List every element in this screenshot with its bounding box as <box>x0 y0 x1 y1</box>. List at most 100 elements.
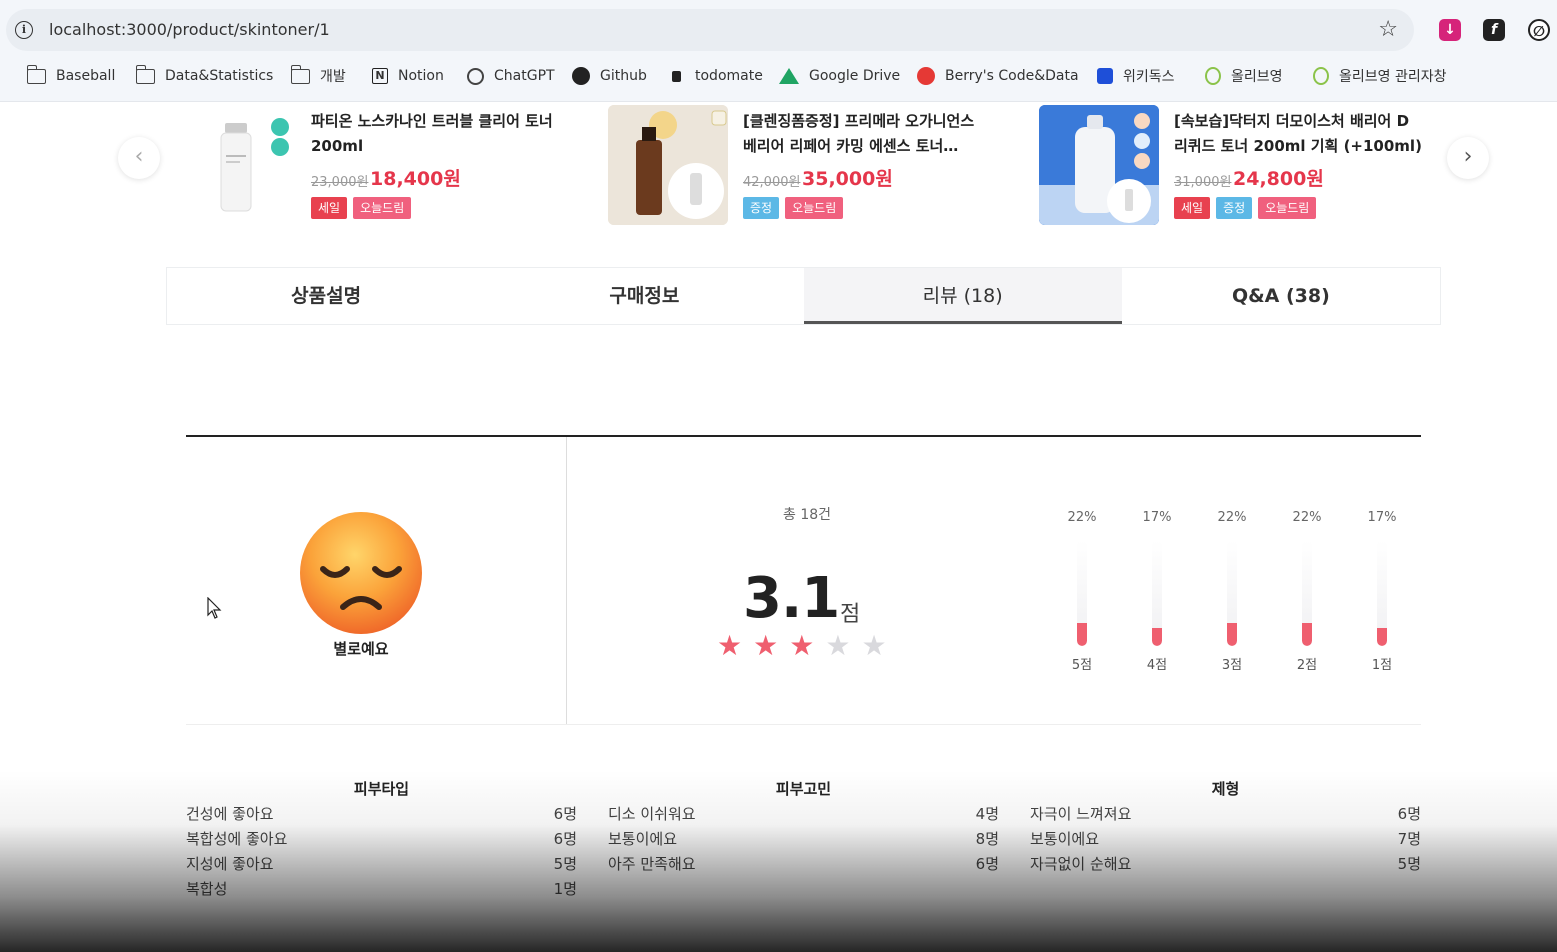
review-stat-title: 피부고민 <box>775 780 832 798</box>
rating-bar-label: 5점 <box>1071 658 1093 673</box>
rating-bar: 22% 2점 <box>1285 508 1329 673</box>
product-card[interactable]: 파티온 노스카나인 트러블 클리어 토너 200ml 23,000원 18,40… <box>177 105 577 230</box>
star-icon: ★ <box>825 629 851 662</box>
site-info-icon[interactable]: i <box>15 21 33 39</box>
bookmark-berrys-code[interactable]: Berry's Code&Data <box>917 65 1079 87</box>
url-text[interactable]: localhost:3000/product/skintoner/1 <box>49 20 330 39</box>
review-stat-label: 지성에 좋아요 <box>186 855 274 873</box>
oliveyoung-icon <box>1205 67 1221 85</box>
bookmark-label: 개발 <box>320 69 346 85</box>
review-stat-group: 피부타입 건성에 좋아요 6명 복합성에 좋아요 6명 지성에 좋아요 5명 복합성 1명 <box>186 778 577 902</box>
bookmark-notion[interactable]: N Notion <box>372 65 444 87</box>
link-extension-icon[interactable]: ∅ <box>1528 19 1550 41</box>
bookmark-todomate[interactable]: todomate <box>668 65 763 87</box>
review-summary-bottom-divider <box>186 724 1421 725</box>
rating-bar-track <box>1152 540 1162 646</box>
bookmark-star-icon[interactable]: ☆ <box>1378 17 1398 42</box>
product-image[interactable] <box>608 105 728 225</box>
score-unit: 점 <box>840 602 861 627</box>
review-stat-title: 제형 <box>1211 780 1240 798</box>
rating-bar-fill <box>1077 623 1087 646</box>
rating-bar-fill <box>1227 623 1237 646</box>
rating-bar-percent: 22% <box>1292 510 1322 525</box>
browser-chrome: i localhost:3000/product/skintoner/1 ☆ ↓… <box>0 0 1557 102</box>
bookmark-google-drive[interactable]: Google Drive <box>779 65 900 87</box>
review-summary-top-divider <box>186 435 1421 437</box>
bookmark-label: 올리브영 <box>1231 69 1283 85</box>
bookmark-wikidocs[interactable]: 위키독스 <box>1097 65 1175 87</box>
bookmark-chatgpt[interactable]: ChatGPT <box>467 65 555 87</box>
bookmark-oliveyoung[interactable]: 올리브영 <box>1205 65 1283 87</box>
product-detail-tabs: 상품설명 구매정보 리뷰 (18) Q&A (38) <box>166 267 1441 325</box>
bookmark-data-statistics[interactable]: Data&Statistics <box>135 64 273 87</box>
badge-sale: 세일 <box>311 197 348 219</box>
github-icon <box>572 67 590 85</box>
carousel-prev-button[interactable]: ‹ <box>118 137 160 179</box>
rating-stars: ★ ★ ★ ★ ★ <box>717 630 887 662</box>
review-stat-count: 5명 <box>553 855 577 873</box>
tab-qna[interactable]: Q&A (38) <box>1122 268 1440 324</box>
review-stat-count: 4명 <box>975 805 999 823</box>
rating-bar-track <box>1227 540 1237 646</box>
review-stat-label: 디소 이쉬워요 <box>608 805 696 823</box>
tab-reviews[interactable]: 리뷰 (18) <box>803 268 1122 324</box>
bookmark-dev[interactable]: 개발 <box>290 64 346 87</box>
bookmark-label: Baseball <box>56 68 116 84</box>
review-mood-label: 별로예요 <box>333 640 389 658</box>
product-original-price: 31,000원 <box>1174 175 1232 190</box>
rating-bar-percent: 17% <box>1142 510 1172 525</box>
review-stat-row: 건성에 좋아요 6명 <box>186 802 577 827</box>
rating-bar-fill <box>1152 628 1162 646</box>
rating-bar-label: 1점 <box>1371 658 1393 673</box>
review-stat-row: 보통이에요 7명 <box>1030 827 1421 852</box>
review-stat-row: 보통이에요 8명 <box>608 827 999 852</box>
badge-gift: 증정 <box>1216 197 1253 219</box>
folder-icon <box>135 64 155 84</box>
review-stat-row: 복합성 1명 <box>186 877 577 902</box>
oliveyoung-icon <box>1313 67 1329 85</box>
berry-icon <box>917 67 935 85</box>
product-image[interactable] <box>177 105 297 225</box>
rating-bar-fill <box>1302 623 1312 646</box>
chatgpt-icon <box>467 67 484 85</box>
chevron-left-icon: ‹ <box>134 144 144 169</box>
rating-bar-fill <box>1377 628 1387 646</box>
wikidocs-icon <box>1097 68 1113 84</box>
disappointed-face-icon <box>299 511 423 635</box>
rating-distribution: 22% 5점 17% 4점 22% 3점 22% 2점 17% 1점 <box>1060 508 1410 678</box>
product-name[interactable]: [클렌징폼증정] 프리메라 오가니언스 베리어 리페어 카밍 에센스 토너… <box>743 109 993 159</box>
badge-sale: 세일 <box>1174 197 1211 219</box>
review-stat-count: 5명 <box>1397 855 1421 873</box>
address-bar[interactable]: i localhost:3000/product/skintoner/1 ☆ <box>6 9 1414 51</box>
review-stat-count: 1명 <box>553 880 577 898</box>
badge-gift: 증정 <box>743 197 780 219</box>
badge-today-delivery: 오늘드림 <box>1258 197 1317 219</box>
bookmark-github[interactable]: Github <box>572 65 647 87</box>
bookmark-label: Berry's Code&Data <box>945 68 1079 84</box>
review-total-count: 총 18건 <box>782 507 832 523</box>
product-card[interactable]: [클렌징폼증정] 프리메라 오가니언스 베리어 리페어 카밍 에센스 토너… 4… <box>608 105 1028 230</box>
product-image[interactable] <box>1039 105 1159 225</box>
carousel-next-button[interactable]: › <box>1447 137 1489 179</box>
rating-bar: 17% 1점 <box>1360 508 1404 673</box>
product-name[interactable]: 파티온 노스카나인 트러블 클리어 토너 200ml <box>311 109 561 159</box>
product-name[interactable]: [속보습]닥터지 더모이스처 배리어 D 리퀴드 토너 200ml 기획 (+1… <box>1174 109 1424 159</box>
bookmark-baseball[interactable]: Baseball <box>26 64 116 87</box>
review-stat-group: 피부고민디소 이쉬워요 4명보통이에요 8명 아주 만족해요 6명 <box>608 778 999 877</box>
product-card[interactable]: [속보습]닥터지 더모이스처 배리어 D 리퀴드 토너 200ml 기획 (+1… <box>1039 105 1439 230</box>
rating-bar-label: 4점 <box>1146 658 1168 673</box>
bookmark-oliveyoung-admin[interactable]: 올리브영 관리자창 <box>1313 65 1447 87</box>
review-stat-label: 건성에 좋아요 <box>186 805 274 823</box>
review-stat-group: 제형 자극이 느껴져요 6명 보통이에요 7명 자극없이 순해요 5명 <box>1030 778 1421 877</box>
formula-extension-icon[interactable]: f <box>1483 19 1505 41</box>
tab-description[interactable]: 상품설명 <box>167 268 485 324</box>
review-stat-row: 아주 만족해요 6명 <box>608 852 999 877</box>
star-icon: ★ <box>753 629 779 662</box>
rating-bar: 22% 5점 <box>1060 508 1104 673</box>
product-badges: 증정 오늘드림 <box>743 197 844 219</box>
tab-purchase-info[interactable]: 구매정보 <box>485 268 803 324</box>
bookmark-label: todomate <box>695 68 763 84</box>
rating-bar-percent: 17% <box>1367 510 1397 525</box>
download-extension-icon[interactable]: ↓ <box>1439 19 1461 41</box>
rating-bar-track <box>1377 540 1387 646</box>
